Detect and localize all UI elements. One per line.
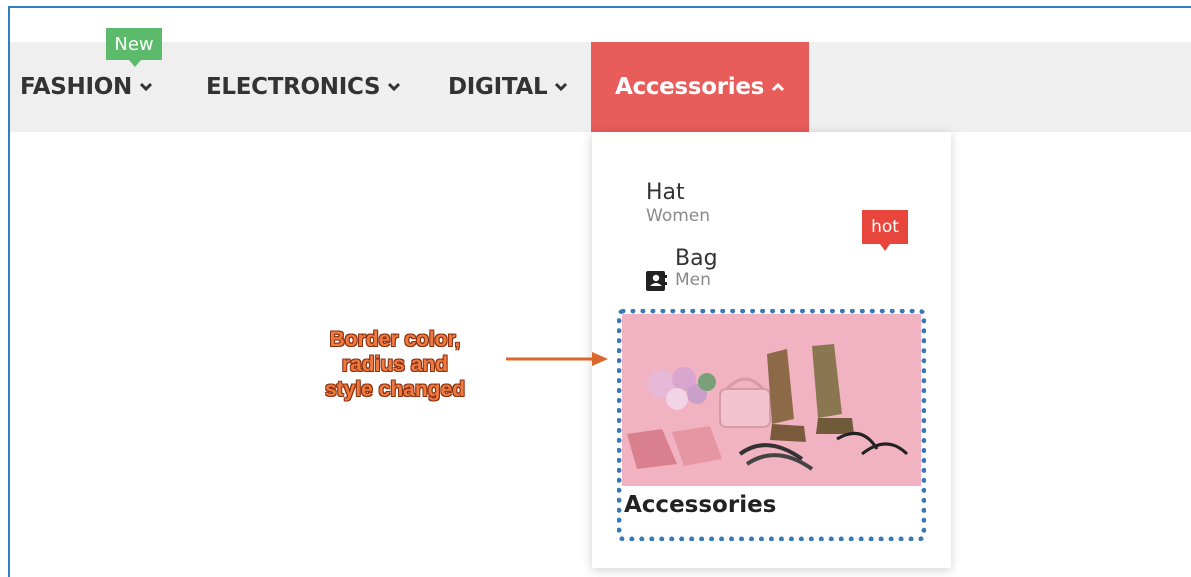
menu-item-subtitle: Men [675,270,711,290]
accessories-photo [622,314,921,486]
accessories-promo-card[interactable]: Accessories [617,309,926,541]
nav-item-digital[interactable]: DIGITAL [448,42,568,132]
nav-item-accessories[interactable]: Accessories [591,42,809,132]
menu-item-subtitle: Women [646,206,711,226]
hot-badge: hot [862,210,908,251]
annotation-text: Border color, radius and style changed [300,327,490,402]
contact-card-icon [645,270,667,296]
chevron-down-icon [554,82,568,92]
nav-item-label: DIGITAL [448,74,548,100]
menu-item-title: Bag [675,246,718,271]
nav-item-label: FASHION [20,74,132,100]
nav-item-label: ELECTRONICS [206,74,381,100]
nav-item-label: Accessories [614,74,765,100]
chevron-down-icon [139,82,153,92]
annotation-line: Border color, [329,328,461,351]
nav-item-electronics[interactable]: ELECTRONICS [206,42,401,132]
chevron-up-icon [771,82,785,92]
promo-caption: Accessories [624,492,777,518]
menu-item-bag[interactable]: Bag Men [675,246,718,290]
chevron-down-icon [387,82,401,92]
annotation-line: style changed [324,378,466,401]
menu-item-hat[interactable]: Hat Women [646,180,710,226]
menu-item-title: Hat [646,180,685,205]
annotation-arrow-icon [504,349,610,373]
hot-badge-label: hot [871,217,899,237]
nav-item-fashion[interactable]: FASHION [20,42,153,132]
annotation-line: radius and [341,353,449,376]
